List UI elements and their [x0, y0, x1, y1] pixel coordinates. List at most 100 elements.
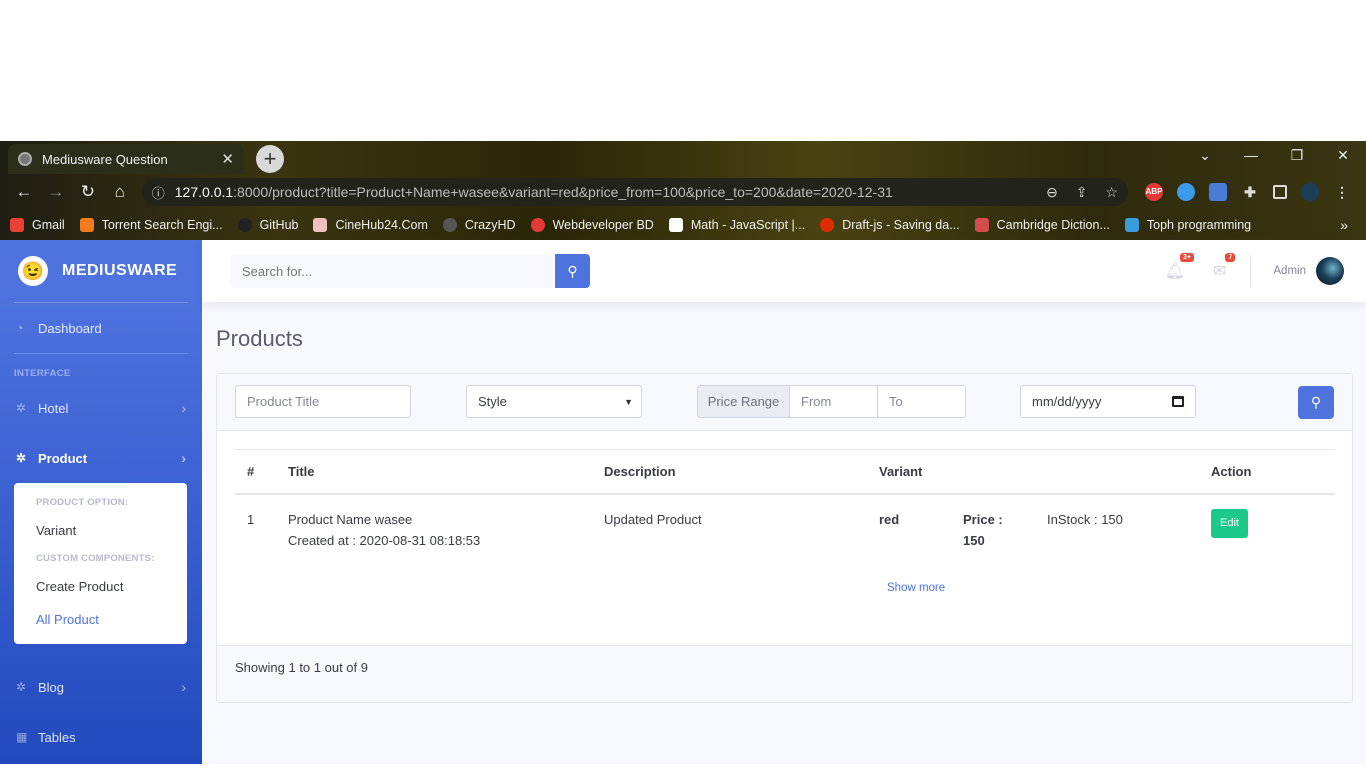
- style-select[interactable]: Style ▼: [466, 385, 642, 418]
- products-card: Product Title Style ▼ Price Range From T…: [216, 373, 1353, 703]
- home-icon[interactable]: ⌂: [104, 182, 136, 202]
- variant-price: Price : 150: [963, 509, 1047, 551]
- search-icon: ⚲: [567, 263, 578, 279]
- sidebar-item-dashboard[interactable]: ◔ Dashboard: [0, 303, 202, 353]
- calendar-icon[interactable]: [1172, 396, 1184, 407]
- minimize-icon[interactable]: —: [1228, 141, 1274, 171]
- crazyhd-icon: [442, 218, 457, 232]
- brand[interactable]: 😉 MEDIUSWARE: [0, 240, 202, 302]
- sidebar-item-product[interactable]: ✲ Product ›: [0, 433, 202, 483]
- alerts-badge: 3+: [1180, 253, 1194, 262]
- bookmark-crazyhd[interactable]: CrazyHD: [442, 218, 516, 232]
- messages-badge: 7: [1225, 253, 1236, 262]
- brand-logo-icon: 😉: [18, 256, 48, 286]
- adblock-icon[interactable]: ABP: [1144, 183, 1163, 201]
- submenu-item-all-product[interactable]: All Product: [14, 603, 187, 636]
- bookmark-star-icon[interactable]: ☆: [1105, 184, 1118, 200]
- share-icon[interactable]: ⇪: [1076, 184, 1088, 200]
- price-range-group: Price Range From To: [697, 385, 966, 418]
- url-text: 127.0.0.1:8000/product?title=Product+Nam…: [175, 184, 1032, 200]
- chevron-right-icon: ›: [181, 450, 186, 466]
- bookmark-torrent[interactable]: Torrent Search Engi...: [79, 218, 223, 232]
- card-footer: Showing 1 to 1 out of 9: [217, 645, 1352, 702]
- col-action-header: Action: [1199, 449, 1335, 495]
- sidebar-item-label: Blog: [38, 679, 65, 695]
- topbar-divider: [1250, 255, 1252, 287]
- close-window-icon[interactable]: ✕: [1320, 141, 1366, 171]
- edit-button[interactable]: Edit: [1211, 508, 1248, 538]
- bookmark-cinehub[interactable]: CineHub24.Com: [313, 218, 428, 232]
- messages-envelope-icon[interactable]: ✉ 7: [1213, 253, 1236, 281]
- bookmark-math[interactable]: Math - JavaScript |...: [668, 218, 805, 232]
- site-info-icon[interactable]: ⓘ: [152, 183, 165, 202]
- date-input[interactable]: mm/dd/yyyy: [1020, 385, 1196, 418]
- avatar[interactable]: [1316, 257, 1344, 285]
- sidebar-item-blog[interactable]: ✲ Blog ›: [0, 662, 202, 712]
- price-to-input[interactable]: To: [878, 385, 966, 418]
- price-value: 150: [963, 532, 985, 548]
- row-title-cell: Product Name wasee Created at : 2020-08-…: [276, 494, 592, 551]
- bookmarks-bar: Gmail Torrent Search Engi... GitHub Cine…: [0, 210, 1366, 240]
- close-tab-icon[interactable]: ✕: [221, 150, 234, 168]
- chevron-right-icon: ›: [181, 679, 186, 695]
- product-title-input[interactable]: Product Title: [235, 385, 411, 418]
- submenu-heading-custom: CUSTOM COMPONENTS:: [36, 553, 155, 564]
- main-content: ⚲ 🔔︎3+ ✉7 Admin Products Product Title S…: [202, 240, 1366, 764]
- translate-icon[interactable]: [1208, 183, 1227, 201]
- cog-icon: ✲: [16, 401, 27, 415]
- search-input[interactable]: [230, 254, 555, 288]
- price-label: Price :: [963, 511, 1003, 527]
- gmail-icon: [10, 218, 24, 232]
- address-bar-row: ← → ↻ ⌂ ⓘ 127.0.0.1:8000/product?title=P…: [0, 174, 1366, 210]
- torrent-icon: [79, 218, 94, 232]
- extension-icon[interactable]: [1176, 183, 1195, 201]
- topbar: ⚲ 🔔︎3+ ✉7 Admin: [202, 240, 1366, 302]
- bookmark-webdeveloper[interactable]: Webdeveloper BD: [530, 218, 654, 232]
- show-more-link[interactable]: Show more: [887, 582, 945, 594]
- forward-icon[interactable]: →: [40, 182, 72, 202]
- search-button[interactable]: ⚲: [555, 254, 590, 288]
- globe-icon: [18, 152, 32, 166]
- restore-icon[interactable]: ❐: [1274, 141, 1320, 171]
- filter-search-button[interactable]: ⚲: [1298, 386, 1334, 419]
- bookmark-gmail[interactable]: Gmail: [10, 218, 65, 232]
- reload-icon[interactable]: ↻: [72, 182, 104, 202]
- row-description: Updated Product: [604, 511, 702, 527]
- window-controls: ⌄ — ❐ ✕: [1182, 141, 1366, 171]
- sidepanel-icon[interactable]: [1272, 185, 1287, 199]
- user-name[interactable]: Admin: [1273, 265, 1306, 277]
- bookmark-toph[interactable]: Toph programming: [1124, 218, 1251, 232]
- bookmarks-more-icon[interactable]: »: [1340, 217, 1348, 233]
- bookmark-github[interactable]: GitHub: [237, 218, 298, 232]
- sidebar-item-hotel[interactable]: ✲ Hotel ›: [0, 383, 202, 433]
- browser-tab[interactable]: Mediusware Question ✕: [8, 144, 244, 174]
- menu-kebab-icon[interactable]: ⋮: [1333, 183, 1351, 201]
- toph-icon: [1124, 218, 1139, 232]
- new-tab-button[interactable]: +: [256, 145, 284, 173]
- alerts-bell-icon[interactable]: 🔔︎ 3+: [1165, 253, 1194, 281]
- sidebar-item-tables[interactable]: ▦ Tables: [0, 712, 202, 762]
- col-description-header: Description: [592, 449, 867, 495]
- back-icon[interactable]: ←: [8, 182, 40, 202]
- profile-avatar-icon[interactable]: [1300, 183, 1319, 201]
- url-field[interactable]: ⓘ 127.0.0.1:8000/product?title=Product+N…: [141, 178, 1128, 206]
- tab-search-icon[interactable]: ⌄: [1182, 141, 1228, 171]
- chevron-right-icon: ›: [181, 400, 186, 416]
- date-placeholder: mm/dd/yyyy: [1032, 394, 1102, 409]
- webdeveloper-icon: [530, 218, 545, 232]
- zoom-icon[interactable]: ⊖: [1046, 184, 1058, 200]
- draftjs-icon: [820, 218, 835, 232]
- filter-bar: Product Title Style ▼ Price Range From T…: [217, 374, 1352, 431]
- topbar-search: ⚲: [230, 254, 590, 288]
- cinehub-icon: [313, 218, 328, 232]
- puzzle-icon[interactable]: ✚: [1241, 183, 1259, 201]
- math-icon: [668, 218, 683, 232]
- price-from-input[interactable]: From: [790, 385, 878, 418]
- sidebar: 😉 MEDIUSWARE ◔ Dashboard INTERFACE ✲ Hot…: [0, 240, 202, 764]
- bookmark-cambridge[interactable]: Cambridge Diction...: [974, 218, 1110, 232]
- col-index-header: #: [235, 449, 276, 495]
- submenu-item-create-product[interactable]: Create Product: [14, 570, 187, 603]
- submenu-item-variant[interactable]: Variant: [14, 514, 187, 547]
- bookmark-draftjs[interactable]: Draft-js - Saving da...: [820, 218, 960, 232]
